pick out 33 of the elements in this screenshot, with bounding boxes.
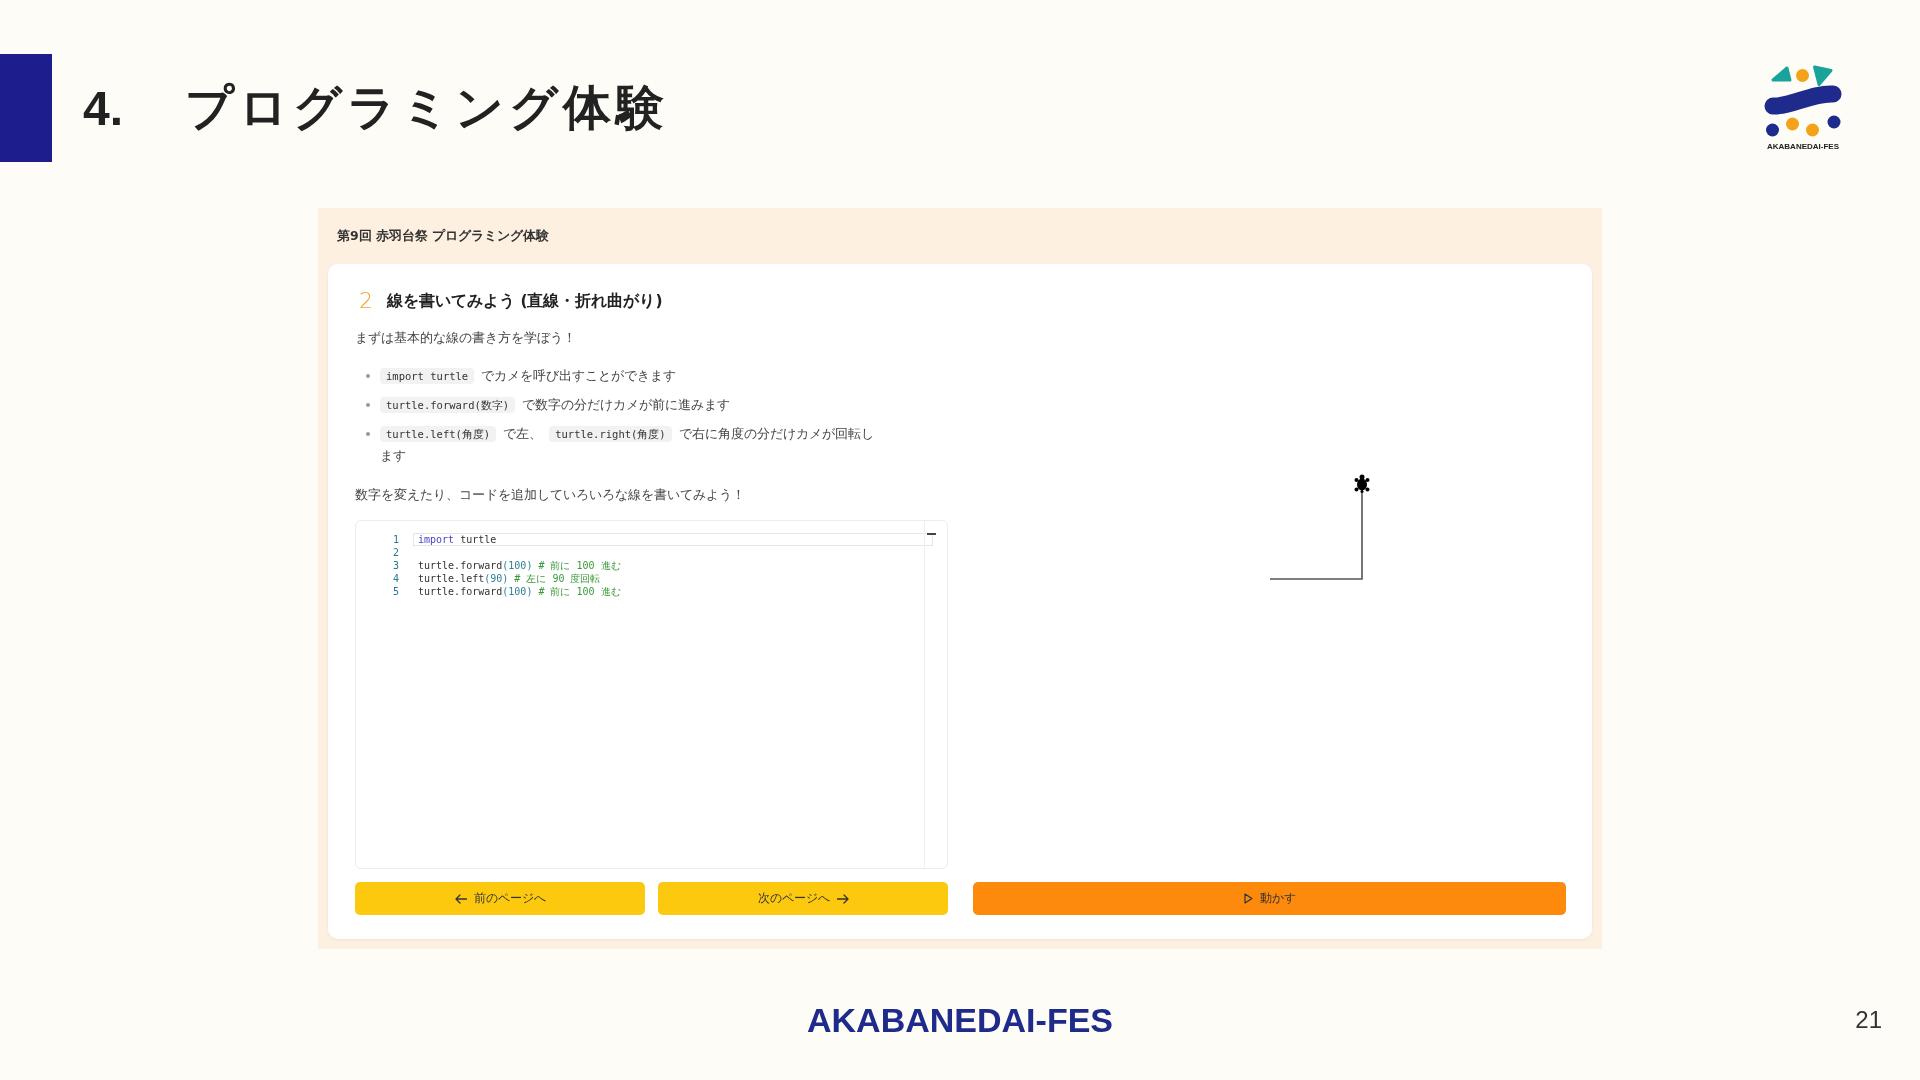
previous-page-button[interactable]: 前のページへ <box>355 882 645 915</box>
left-arrow-icon <box>454 893 467 904</box>
code-line: turtle.forward(100) # 前に 100 進む <box>417 559 622 572</box>
step-number: 2 <box>359 289 374 313</box>
bullet-icon <box>366 374 370 378</box>
bullet-icon <box>366 432 370 436</box>
bullet-text: turtle.left(角度) で左、 turtle.right(角度) で右に角度の分だけカメが回転します <box>380 425 875 465</box>
code-editor[interactable]: 1 import turtle 2 3 turtle.forward(100) # 前に 100 進む 4 turtle.left(90) # 左に 90 度回転 5 turtle.forward(100) # 前に 100 進む <box>355 520 948 869</box>
line-number: 3 <box>391 559 399 572</box>
line-number: 2 <box>391 546 399 559</box>
slide-title: プログラミング体験 <box>185 78 670 137</box>
app-title: 第9回 赤羽台祭 プログラミング体験 <box>337 227 550 245</box>
footer-brand: AKABANEDAI-FES <box>807 1000 1113 1040</box>
next-page-button[interactable]: 次のページへ <box>658 882 948 915</box>
intro-text: まずは基本的な線の書き方を学ぼう！ <box>355 329 577 347</box>
bullet-text: import turtle でカメを呼び出すことができます <box>380 365 677 387</box>
scroll-marker-icon <box>927 533 936 535</box>
code-line: turtle.left(90) # 左に 90 度回転 <box>417 572 602 585</box>
code-line: turtle.forward(100) # 前に 100 進む <box>417 585 622 598</box>
right-arrow-icon <box>836 893 849 904</box>
line-number: 4 <box>391 572 399 585</box>
bullet-text: turtle.forward(数字) で数字の分だけカメが前に進みます <box>380 394 731 416</box>
section-number: 4. <box>83 80 124 136</box>
run-button[interactable]: 動かす <box>973 882 1566 915</box>
bullet-icon <box>366 403 370 407</box>
lesson-heading: 線を書いてみよう (直線・折れ曲がり) <box>387 291 663 312</box>
line-number: 1 <box>391 533 399 546</box>
page-number: 21 <box>1855 1006 1882 1034</box>
line-number: 5 <box>391 585 399 598</box>
turtle-icon <box>1354 474 1370 493</box>
logo-text: AKABANEDAI-FES <box>1767 142 1839 151</box>
prompt-text: 数字を変えたり、コードを追加していろいろな線を書いてみよう！ <box>355 486 746 504</box>
play-icon <box>1243 893 1253 904</box>
